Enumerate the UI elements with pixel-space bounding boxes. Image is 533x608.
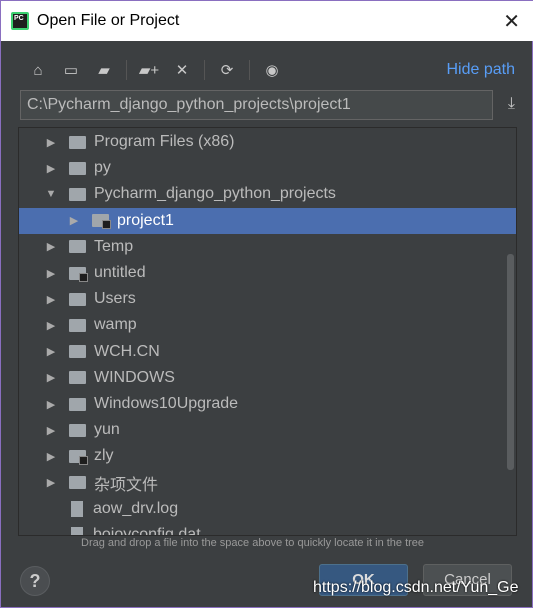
project-folder-icon [92, 214, 111, 230]
project-folder-icon[interactable]: ▰ [93, 59, 115, 81]
tree-item[interactable]: ▶ WINDOWS [19, 365, 516, 391]
folder-icon [69, 371, 86, 385]
tree-item[interactable]: ▶ wamp [19, 312, 516, 338]
tree-item-label: untitled [94, 264, 146, 281]
path-input[interactable] [20, 90, 493, 120]
folder-icon [69, 318, 86, 332]
drag-drop-hint: Drag and drop a file into the space abov… [81, 537, 425, 549]
tree-item-label: Users [94, 290, 136, 308]
close-icon[interactable]: ✕ [503, 9, 520, 34]
chevron-right-icon[interactable]: ▶ [45, 345, 57, 358]
tree-item[interactable]: ▶ Windows10Upgrade [19, 391, 516, 417]
refresh-icon[interactable]: ⟳ [216, 59, 238, 81]
home-icon[interactable]: ⌂ [27, 59, 49, 81]
watermark: https://blog.csdn.net/Yun_Ge [313, 579, 519, 596]
tree-item[interactable]: ▶ Program Files (x86) [19, 129, 516, 155]
tree-item[interactable]: ▶ WCH.CN [19, 339, 516, 365]
tree-item-label: py [94, 159, 111, 177]
toolbar-divider [126, 60, 127, 80]
folder-icon [69, 161, 86, 175]
tree-item-label: Windows10Upgrade [94, 395, 239, 412]
tree-item[interactable]: ▶ Users [19, 286, 516, 312]
project-folder-icon [69, 449, 88, 465]
tree-item[interactable]: ▶ zly [19, 443, 516, 469]
tree-item-label: yun [94, 421, 120, 439]
tree-item[interactable]: aow_drv.log [19, 496, 516, 522]
download-icon[interactable]: ⤓ [508, 95, 515, 113]
tree-item-label: zly [94, 447, 114, 465]
tree-item-label: WINDOWS [94, 368, 175, 386]
chevron-right-icon[interactable]: ▶ [45, 319, 57, 332]
folder-icon [69, 476, 86, 490]
desktop-icon[interactable]: ▭ [60, 59, 82, 81]
chevron-right-icon[interactable]: ▶ [45, 476, 57, 489]
show-hidden-icon[interactable]: ◉ [261, 59, 283, 81]
chevron-down-icon[interactable]: ▼ [45, 188, 57, 200]
chevron-right-icon[interactable]: ▶ [45, 424, 57, 437]
file-icon [71, 527, 83, 535]
chevron-right-icon[interactable]: ▶ [45, 136, 57, 149]
folder-icon [69, 423, 86, 437]
new-folder-icon[interactable]: ▰+ [138, 59, 160, 81]
tree-item-label: 杂项文件 [94, 476, 159, 494]
tree-item-label: Pycharm_django_python_projects [94, 185, 336, 203]
tree-item[interactable]: bojoyconfig.dat [19, 522, 516, 536]
folder-icon [69, 292, 86, 306]
project-folder-icon [69, 266, 88, 282]
help-button[interactable]: ? [20, 566, 50, 596]
delete-icon[interactable]: ✕ [171, 59, 193, 81]
title-bar: PC Open File or Project ✕ [1, 1, 533, 41]
folder-icon [69, 135, 86, 149]
folder-icon [69, 187, 86, 201]
tree-item[interactable]: ▶ yun [19, 417, 516, 443]
tree-item[interactable]: ▶ project1 [19, 207, 516, 234]
tree-item[interactable]: ▶ Temp [19, 234, 516, 260]
file-icon [71, 500, 83, 517]
tree-item-label: project1 [117, 211, 174, 229]
scrollbar[interactable] [507, 254, 514, 470]
tree-item-label: Temp [94, 237, 134, 255]
chevron-right-icon[interactable]: ▶ [45, 240, 57, 253]
tree-item[interactable]: ▼ Pycharm_django_python_projects [19, 181, 516, 207]
toolbar-divider [249, 60, 250, 80]
chevron-right-icon[interactable]: ▶ [68, 214, 80, 227]
tree-item-label: bojoyconfig.dat [93, 526, 201, 536]
chevron-right-icon[interactable]: ▶ [45, 450, 57, 463]
hide-path-link[interactable]: Hide path [447, 61, 516, 79]
chevron-right-icon[interactable]: ▶ [45, 162, 57, 175]
window-title: Open File or Project [37, 12, 180, 29]
file-tree[interactable]: bojoyconfig.dat aow_drv.log ▶ 杂项文件 ▶ zly ▶ yun ▶… [18, 127, 517, 536]
folder-icon [69, 345, 86, 359]
tree-item-label: Program Files (x86) [94, 133, 235, 150]
tree-item[interactable]: ▶ py [19, 155, 516, 181]
tree-item[interactable]: ▶ 杂项文件 [19, 470, 516, 496]
pycharm-logo-icon: PC [11, 12, 29, 30]
tree-item[interactable]: ▶ untitled [19, 260, 516, 286]
chevron-right-icon[interactable]: ▶ [45, 267, 57, 280]
toolbar: ⌂ ▭ ▰ ▰+ ✕ ⟳ ◉ [27, 59, 294, 81]
tree-item-label: aow_drv.log [93, 499, 179, 517]
tree-item-label: WCH.CN [94, 342, 160, 360]
toolbar-divider [204, 60, 205, 80]
chevron-right-icon[interactable]: ▶ [45, 293, 57, 306]
tree-item-label: wamp [94, 316, 137, 334]
chevron-right-icon[interactable]: ▶ [45, 371, 57, 384]
folder-icon [69, 397, 86, 411]
folder-icon [69, 240, 86, 254]
chevron-right-icon[interactable]: ▶ [45, 398, 57, 411]
